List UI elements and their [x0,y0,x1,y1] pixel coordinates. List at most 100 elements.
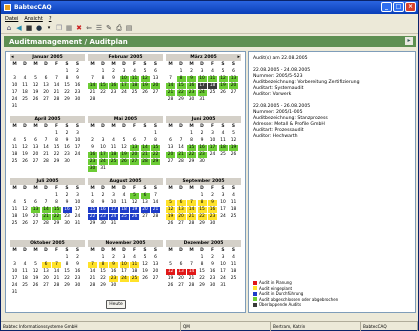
day-cell[interactable]: 3 [219,255,228,261]
day-cell[interactable]: 15 [176,83,186,89]
day-cell[interactable]: 19 [21,214,30,220]
day-cell[interactable]: 30 [88,166,97,172]
day-cell[interactable]: 13 [166,145,175,151]
day-cell[interactable]: 29 [99,283,108,289]
day-cell[interactable]: 31 [198,97,207,103]
edit-icon[interactable]: ✎ [105,24,113,32]
day-cell[interactable]: 11 [229,200,238,206]
day-cell[interactable]: 22 [52,152,61,158]
day-cell[interactable]: 11 [229,262,238,268]
day-cell[interactable]: 15 [52,145,61,151]
day-cell[interactable]: 18 [130,83,139,89]
home-icon[interactable]: ⌂ [5,24,13,32]
day-cell[interactable]: 12 [141,262,150,268]
day-cell[interactable]: 12 [166,269,175,275]
day-cell[interactable]: 2 [73,255,82,261]
day-cell[interactable]: 24 [197,90,207,96]
day-cell[interactable]: 8 [52,200,61,206]
day-cell[interactable]: 24 [119,276,129,282]
day-cell[interactable]: 9 [208,262,217,268]
day-cell[interactable]: 22 [151,152,160,158]
day-cell[interactable]: 6 [151,69,160,75]
day-cell[interactable]: 5 [166,262,175,268]
day-cell[interactable]: 29 [52,159,61,165]
day-cell[interactable]: 12 [140,76,150,82]
day-cell[interactable]: 29 [198,221,207,227]
day-cell[interactable]: 19 [130,207,139,213]
list-icon[interactable]: ☰ [95,24,103,32]
day-cell[interactable]: 16 [88,152,97,158]
day-cell[interactable]: 31 [219,283,228,289]
day-cell[interactable]: 1 [63,255,72,261]
day-cell[interactable]: 5 [21,200,30,206]
day-cell[interactable]: 27 [141,214,150,220]
day-cell[interactable]: 9 [208,200,217,206]
day-cell[interactable]: 24 [10,283,19,289]
day-cell[interactable]: 10 [119,76,129,82]
day-cell[interactable]: 18 [119,207,129,213]
day-cell[interactable]: 9 [109,76,118,82]
day-cell[interactable]: 9 [63,200,72,206]
day-cell[interactable]: 10 [219,200,228,206]
day-cell[interactable]: 23 [109,276,118,282]
day-cell[interactable]: 1 [198,255,207,261]
day-cell[interactable]: 23 [187,90,196,96]
day-cell[interactable]: 11 [10,207,19,213]
day-cell[interactable]: 8 [99,76,108,82]
day-cell[interactable]: 6 [140,193,150,199]
day-cell[interactable]: 21 [151,207,160,213]
day-cell[interactable]: 6 [31,138,40,144]
day-cell[interactable]: 15 [151,145,160,151]
day-cell[interactable]: 26 [141,276,150,282]
day-cell[interactable]: 20 [166,152,175,158]
day-cell[interactable]: 17 [197,83,207,89]
day-cell[interactable]: 16 [109,83,118,89]
day-cell[interactable]: 9 [187,76,196,82]
day-cell[interactable]: 20 [176,214,186,220]
day-cell[interactable]: 7 [151,193,160,199]
day-cell[interactable]: 26 [229,152,238,158]
menu-ansicht[interactable]: Ansicht [24,16,42,22]
day-cell[interactable]: 30 [187,97,196,103]
day-cell[interactable]: 23 [98,214,108,220]
day-cell[interactable]: 5 [166,200,175,206]
day-cell[interactable]: 5 [141,69,150,75]
day-cell[interactable]: 21 [140,152,150,158]
day-cell[interactable]: 18 [208,83,217,89]
day-cell[interactable]: 20 [151,269,160,275]
day-cell[interactable]: 16 [63,145,72,151]
day-cell[interactable]: 26 [130,214,139,220]
day-cell[interactable]: 13 [42,83,51,89]
day-cell[interactable]: 7 [177,138,186,144]
day-cell[interactable]: 3 [120,69,129,75]
day-cell[interactable]: 18 [10,152,19,158]
day-cell[interactable]: 28 [52,283,61,289]
day-cell[interactable]: 6 [41,262,51,268]
day-cell[interactable]: 30 [63,221,72,227]
day-cell[interactable]: 9 [198,138,207,144]
day-cell[interactable]: 12 [130,200,139,206]
day-cell[interactable]: 26 [119,159,129,165]
day-cell[interactable]: 11 [120,200,129,206]
day-cell[interactable]: 27 [177,221,186,227]
day-cell[interactable]: 12 [21,145,30,151]
day-cell[interactable]: 10 [208,138,217,144]
day-cell[interactable]: 25 [130,276,139,282]
day-cell[interactable]: 24 [73,152,82,158]
day-cell[interactable]: 12 [31,83,40,89]
day-cell[interactable]: 2 [198,131,207,137]
day-cell[interactable]: 21 [88,90,97,96]
day-cell[interactable]: 19 [21,152,30,158]
day-cell[interactable]: 28 [42,221,51,227]
day-cell[interactable]: 8 [151,138,160,144]
day-cell[interactable]: 14 [140,145,150,151]
day-cell[interactable]: 10 [119,262,129,268]
day-cell[interactable]: 20 [140,207,150,213]
day-cell[interactable]: 29 [151,159,160,165]
day-cell[interactable]: 5 [120,138,129,144]
day-cell[interactable]: 23 [88,159,97,165]
day-cell[interactable]: 31 [73,221,82,227]
day-cell[interactable]: 27 [151,90,160,96]
menu-datei[interactable]: Datei [5,16,18,22]
day-cell[interactable]: 25 [119,214,129,220]
